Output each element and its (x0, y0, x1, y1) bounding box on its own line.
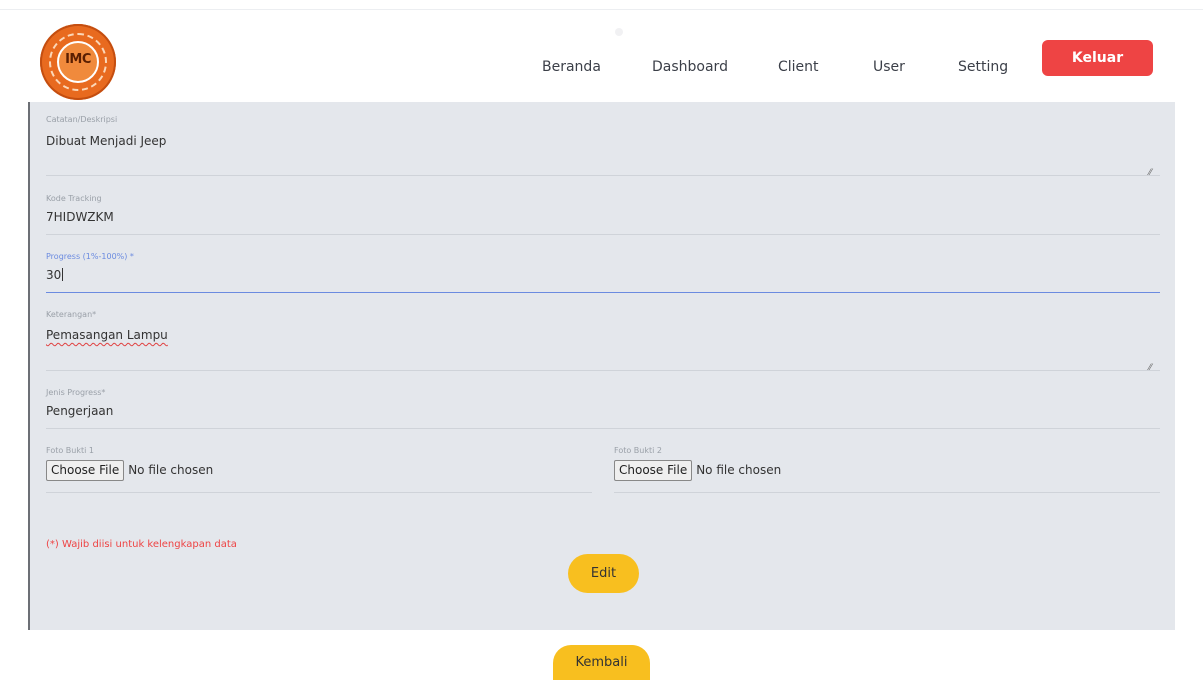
nav-dashboard[interactable]: Dashboard (652, 59, 728, 75)
edit-button[interactable]: Edit (568, 554, 639, 593)
progress-input[interactable]: 30 (46, 268, 64, 282)
foto-bukti-2-status: No file chosen (696, 463, 782, 477)
progress-underline (46, 292, 1160, 293)
foto-bukti-1-input[interactable]: Choose File No file chosen (46, 459, 213, 481)
back-button[interactable]: Kembali (553, 645, 650, 680)
keterangan-textarea[interactable]: Pemasangan Lampu (46, 328, 168, 342)
jenis-progress-field[interactable]: Pengerjaan (46, 404, 113, 418)
text-caret (62, 268, 64, 281)
progress-label: Progress (1%-100%) * (46, 252, 134, 261)
foto-bukti-1-status: No file chosen (128, 463, 214, 477)
foto-bukti-1-label: Foto Bukti 1 (46, 446, 94, 455)
jenis-progress-underline (46, 428, 1160, 429)
kode-tracking-field[interactable]: 7HIDWZKM (46, 210, 114, 224)
kode-tracking-label: Kode Tracking (46, 194, 102, 203)
kode-tracking-underline (46, 234, 1160, 235)
top-navbar: IMC Beranda Dashboard Client User Settin… (0, 9, 1203, 102)
foto-bukti-1-underline (46, 492, 592, 493)
progress-value: 30 (46, 268, 62, 282)
catatan-label: Catatan/Deskripsi (46, 115, 118, 124)
nav-beranda[interactable]: Beranda (542, 59, 601, 75)
logout-button[interactable]: Keluar (1042, 40, 1153, 76)
edit-progress-form: Catatan/Deskripsi Dibuat Menjadi Jeep ⁄⁄… (28, 102, 1175, 630)
foto-bukti-2-input[interactable]: Choose File No file chosen (614, 459, 781, 481)
brand-logo[interactable]: IMC (40, 24, 116, 100)
keterangan-underline (46, 370, 1160, 371)
keterangan-label: Keterangan* (46, 310, 97, 319)
nav-user[interactable]: User (873, 59, 905, 75)
foto-bukti-1-choose-button[interactable]: Choose File (46, 459, 125, 481)
nav-setting[interactable]: Setting (958, 59, 1008, 75)
foto-bukti-2-choose-button[interactable]: Choose File (614, 459, 693, 481)
required-fields-note: (*) Wajib diisi untuk kelengkapan data (46, 539, 237, 550)
catatan-textarea[interactable]: Dibuat Menjadi Jeep (46, 134, 166, 148)
nav-client[interactable]: Client (778, 59, 819, 75)
foto-bukti-2-underline (614, 492, 1160, 493)
catatan-underline (46, 175, 1160, 176)
jenis-progress-label: Jenis Progress* (46, 388, 106, 397)
foto-bukti-2-label: Foto Bukti 2 (614, 446, 662, 455)
nav-ghost-dot (615, 28, 623, 36)
logo-text: IMC (65, 52, 91, 67)
